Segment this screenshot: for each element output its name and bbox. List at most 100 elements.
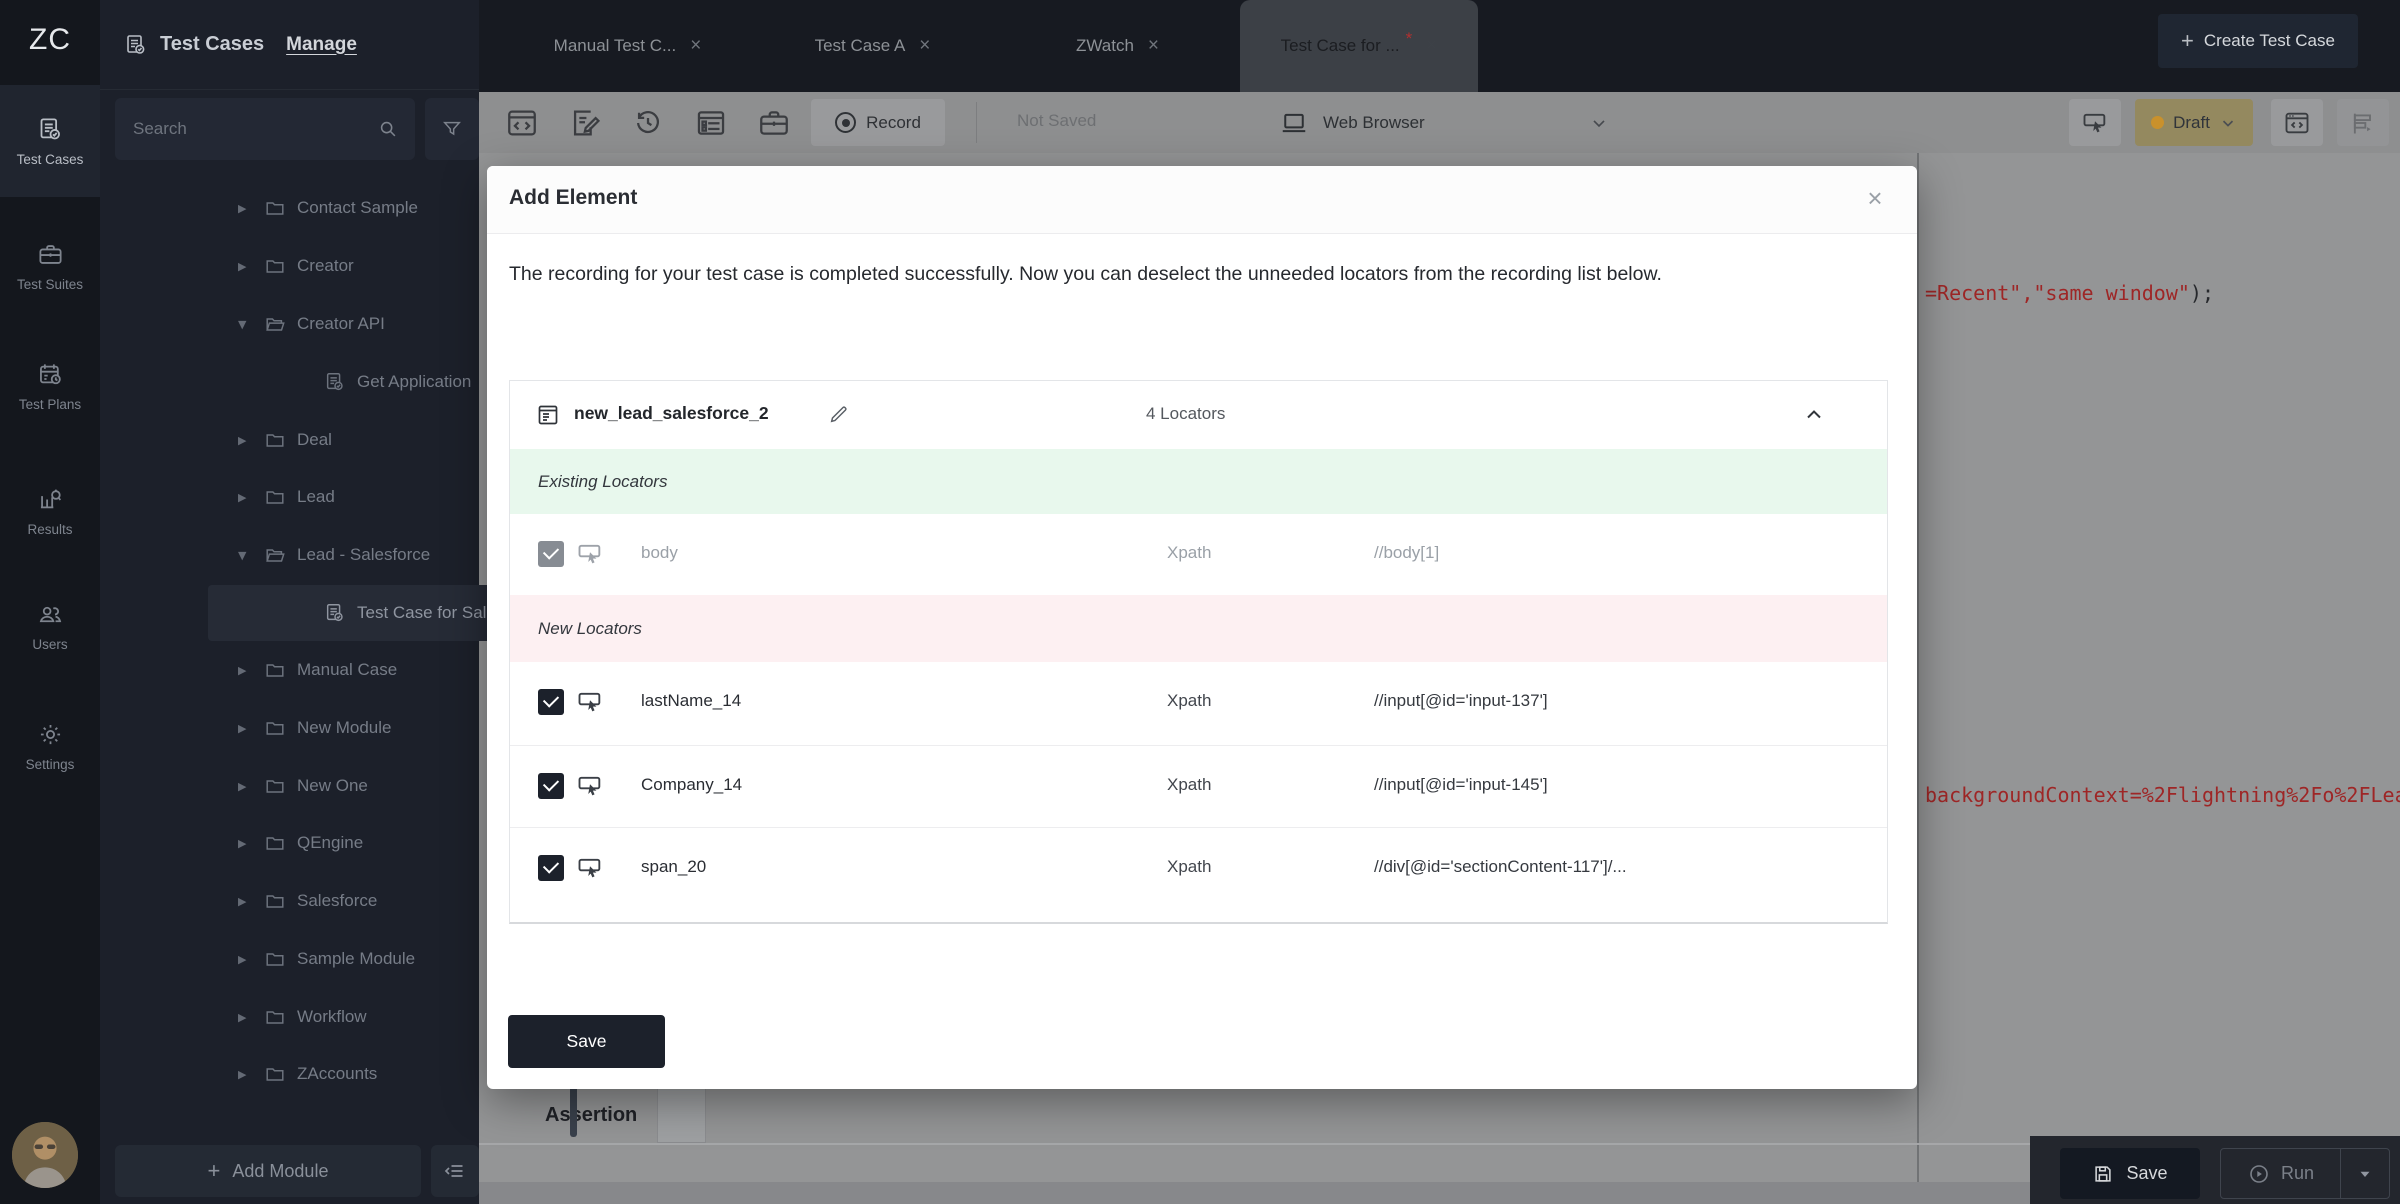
folder-icon <box>264 659 286 681</box>
folder-icon <box>264 429 286 451</box>
create-test-case-button[interactable]: + Create Test Case <box>2158 14 2358 68</box>
chevron-down-icon[interactable]: ▼ <box>238 549 253 562</box>
test-steps-button[interactable] <box>2337 99 2389 146</box>
collapse-panel-icon <box>443 1159 467 1183</box>
modal-intro-text: The recording for your test case is comp… <box>509 258 1749 291</box>
run-button[interactable]: Run <box>2221 1149 2340 1198</box>
folder-icon <box>264 1006 286 1028</box>
locator-row-company: Company_14 Xpath //input[@id='input-145'… <box>510 745 1887 827</box>
chevron-right-icon[interactable]: ▶ <box>238 1068 253 1081</box>
folder-icon <box>264 775 286 797</box>
code-view-icon[interactable] <box>505 106 539 140</box>
pointer-icon[interactable] <box>576 772 604 800</box>
tree-item-label: Sample Module <box>297 949 415 969</box>
nav-item-results[interactable]: Results <box>0 455 100 567</box>
tree-item-label: Get Application <box>357 372 471 392</box>
tab-bar: Manual Test C... × Test Case A × ZWatch … <box>479 0 2400 92</box>
chevron-right-icon[interactable]: ▶ <box>238 202 253 215</box>
module-tree-panel: Test Cases Manage ▶Contact Sample ▶Creat… <box>100 0 479 1204</box>
gear-icon <box>37 721 64 748</box>
locator-card-header[interactable]: new_lead_salesforce_2 4 Locators <box>510 381 1887 449</box>
tab-zwatch[interactable]: ZWatch × <box>995 0 1240 92</box>
form-table-icon[interactable] <box>694 106 728 140</box>
manage-link[interactable]: Manage <box>286 34 357 56</box>
checkbox-checked[interactable] <box>538 541 564 567</box>
close-icon[interactable]: × <box>1426 35 1437 57</box>
save-status-text: Not Saved <box>1017 111 1096 131</box>
plus-icon: + <box>208 1158 221 1184</box>
record-button[interactable]: Record <box>811 99 945 146</box>
chevron-right-icon[interactable]: ▶ <box>238 434 253 447</box>
steps-flag-icon <box>2349 109 2377 137</box>
tab-test-case-a[interactable]: Test Case A × <box>750 0 995 92</box>
locator-type: Xpath <box>1167 775 1211 795</box>
save-test-case-button[interactable]: Save <box>2060 1148 2200 1199</box>
tab-test-case-for-salesforce[interactable]: Test Case for ... * × <box>1240 0 1478 92</box>
collapse-panel-button[interactable] <box>431 1145 479 1197</box>
browser-select[interactable]: Web Browser <box>1279 99 1609 146</box>
locator-value: //input[@id='input-145'] <box>1374 775 1548 795</box>
history-icon[interactable] <box>631 106 665 140</box>
note-edit-icon[interactable] <box>568 106 602 140</box>
chevron-right-icon[interactable]: ▶ <box>238 260 253 273</box>
nav-item-test-suites[interactable]: Test Suites <box>0 210 100 322</box>
browser-select-value: Web Browser <box>1323 113 1425 133</box>
chevron-right-icon[interactable]: ▶ <box>238 895 253 908</box>
locator-name: Company_14 <box>641 775 742 795</box>
code-window-button[interactable] <box>2271 99 2323 146</box>
nav-item-test-plans[interactable]: Test Plans <box>0 330 100 442</box>
run-options-button[interactable] <box>2340 1149 2389 1198</box>
add-module-button[interactable]: + Add Module <box>115 1145 421 1197</box>
edit-pencil-icon[interactable] <box>828 403 850 425</box>
code-window-icon <box>2283 109 2311 137</box>
chevron-down-icon[interactable]: ▼ <box>238 318 253 331</box>
nav-item-test-cases[interactable]: Test Cases <box>0 85 100 197</box>
tree-item-label: New One <box>297 776 368 796</box>
play-circle-icon <box>2247 1162 2271 1186</box>
modal-save-button[interactable]: Save <box>508 1015 665 1068</box>
element-picker-button[interactable] <box>2069 99 2121 146</box>
tree-item-label: Creator API <box>297 314 385 334</box>
save-label: Save <box>2126 1163 2167 1184</box>
chevron-right-icon[interactable]: ▶ <box>238 664 253 677</box>
chevron-right-icon[interactable]: ▶ <box>238 491 253 504</box>
unsaved-marker: * <box>1406 29 1413 49</box>
nav-item-users[interactable]: Users <box>0 570 100 682</box>
element-form-icon <box>536 403 560 427</box>
funnel-icon <box>441 118 463 140</box>
avatar-photo <box>12 1122 78 1188</box>
chevron-right-icon[interactable]: ▶ <box>238 953 253 966</box>
status-dropdown[interactable]: Draft <box>2135 99 2253 146</box>
locator-type: Xpath <box>1167 543 1211 563</box>
chevron-right-icon[interactable]: ▶ <box>238 780 253 793</box>
tree-item-label: Workflow <box>297 1007 367 1027</box>
nav-item-settings[interactable]: Settings <box>0 690 100 802</box>
checkbox-checked[interactable] <box>538 773 564 799</box>
pointer-icon[interactable] <box>576 688 604 716</box>
floppy-save-icon <box>2092 1163 2114 1185</box>
pointer-icon[interactable] <box>576 540 604 568</box>
checkbox-checked[interactable] <box>538 855 564 881</box>
chevron-up-icon[interactable] <box>1802 403 1826 427</box>
tab-label: Test Case for ... <box>1281 36 1400 56</box>
search-input[interactable] <box>131 118 377 140</box>
element-locator-card: new_lead_salesforce_2 4 Locators Existin… <box>509 380 1888 924</box>
close-icon[interactable]: × <box>690 35 701 57</box>
user-avatar[interactable] <box>12 1122 78 1188</box>
checkbox-checked[interactable] <box>538 689 564 715</box>
pointer-icon[interactable] <box>576 854 604 882</box>
chevron-right-icon[interactable]: ▶ <box>238 837 253 850</box>
tree-item-label: ZAccounts <box>297 1064 377 1084</box>
briefcase-icon[interactable] <box>757 106 791 140</box>
close-icon[interactable]: × <box>1148 35 1159 57</box>
chevron-right-icon[interactable]: ▶ <box>238 1011 253 1024</box>
locator-row-body: body Xpath //body[1] <box>510 514 1887 595</box>
chevron-right-icon[interactable]: ▶ <box>238 722 253 735</box>
tab-manual-test-case[interactable]: Manual Test C... × <box>505 0 750 92</box>
assertion-row <box>479 1090 2030 1145</box>
close-icon[interactable]: × <box>1857 180 1893 216</box>
tree-scrollbar[interactable] <box>570 1085 577 1137</box>
close-icon[interactable]: × <box>919 35 930 57</box>
tree-item-label: QEngine <box>297 833 363 853</box>
filter-button[interactable] <box>425 98 479 160</box>
